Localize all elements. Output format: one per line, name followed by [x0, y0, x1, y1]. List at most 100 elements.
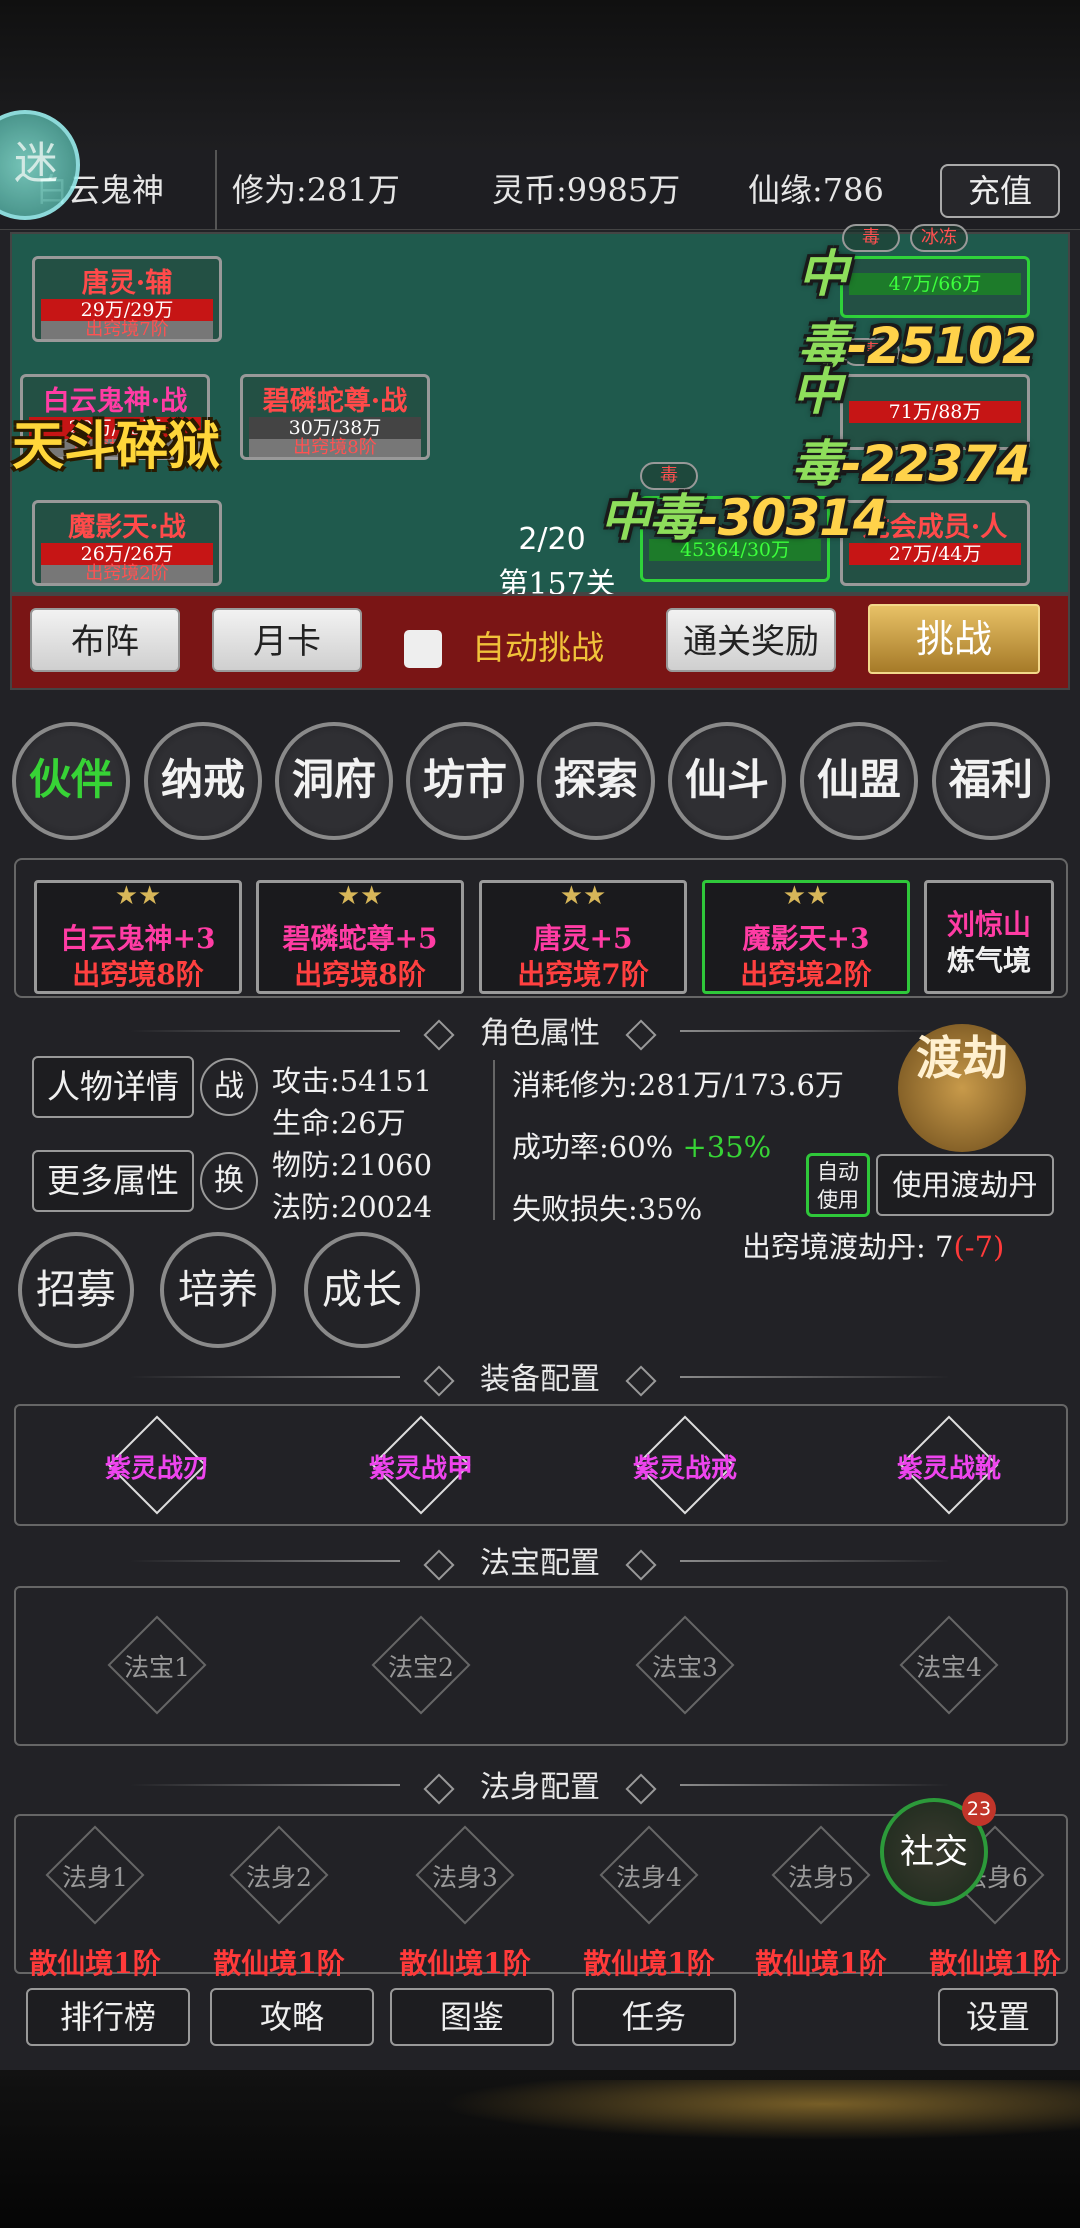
auto-use-toggle[interactable]: 自动使用: [806, 1153, 870, 1217]
notification-badge: 23: [962, 1792, 996, 1826]
unit-rank: 出窍境2阶: [41, 565, 213, 583]
body-slot[interactable]: 法身1 散仙境1阶: [29, 1820, 161, 1980]
equipment-slot[interactable]: 紫灵战靴: [894, 1410, 1004, 1520]
treasure-slot[interactable]: 法宝1: [102, 1610, 212, 1720]
partner-name: 刘惊山: [946, 908, 1031, 941]
swap-button[interactable]: 换: [200, 1152, 258, 1210]
growth-button[interactable]: 成长: [304, 1232, 420, 1348]
section-title-treasure: 法宝配置: [0, 1538, 1080, 1582]
menu-pvp[interactable]: 仙斗: [668, 722, 786, 840]
treasure-slot[interactable]: 法宝3: [630, 1610, 740, 1720]
cost-stat: 消耗修为:281万/173.6万: [512, 1068, 844, 1102]
partner-name: 白云鬼神+3: [60, 922, 216, 955]
equipment-slot[interactable]: 紫灵战甲: [366, 1410, 476, 1520]
treasure-frame: 法宝1 法宝2 法宝3 法宝4: [14, 1586, 1068, 1746]
partner-rank: 出窍境2阶: [740, 958, 872, 991]
spirit-coin-value: 灵币:9985万: [492, 171, 681, 209]
equipment-frame: 紫灵战刃 紫灵战甲 紫灵战戒 紫灵战靴: [14, 1404, 1068, 1526]
clear-reward-button[interactable]: 通关奖励: [666, 608, 836, 672]
menu-alliance[interactable]: 仙盟: [800, 722, 918, 840]
partner-rank: 出窍境7阶: [517, 958, 649, 991]
magic-def-stat: 法防:20024: [272, 1190, 433, 1224]
partner-list: ★★ 白云鬼神+3 出窍境8阶 ★★ 碧磷蛇尊+5 出窍境8阶 ★★ 唐灵+5 …: [14, 858, 1068, 998]
ally-unit[interactable]: 碧磷蛇尊·战 30万/38万 出窍境8阶: [240, 374, 430, 460]
body-slot[interactable]: 法身5 散仙境1阶: [755, 1820, 887, 1980]
partner-card[interactable]: ★★ 唐灵+5 出窍境7阶: [479, 880, 687, 994]
cultivation-value: 修为:281万: [232, 171, 400, 209]
partner-rank: 出窍境8阶: [294, 958, 426, 991]
guide-button[interactable]: 攻略: [210, 1988, 374, 2046]
fate-value: 仙缘:786: [748, 171, 884, 209]
section-title-equipment: 装备配置: [0, 1354, 1080, 1398]
partner-name: 魔影天+3: [742, 922, 870, 955]
settings-button[interactable]: 设置: [938, 1988, 1058, 2046]
menu-partner[interactable]: 伙伴: [12, 722, 130, 840]
success-rate-stat: 成功率:60% +35%: [512, 1130, 772, 1164]
formation-button[interactable]: 布阵: [30, 608, 180, 672]
cultivate-button[interactable]: 培养: [160, 1232, 276, 1348]
divider: [215, 150, 217, 230]
wave-counter: 2/20: [518, 522, 586, 557]
battle-field: 唐灵·辅 29万/29万 出窍境7阶 白云鬼神·战 29万/29万 出窍境8阶 …: [10, 224, 1070, 602]
body-slot[interactable]: 法身4 散仙境1阶: [583, 1820, 715, 1980]
attack-stat: 攻击:54151: [272, 1064, 433, 1098]
treasure-slot[interactable]: 法宝2: [366, 1610, 476, 1720]
menu-cave[interactable]: 洞府: [275, 722, 393, 840]
body-slot[interactable]: 法身2 散仙境1阶: [213, 1820, 345, 1980]
partner-rank: 炼气境: [946, 944, 1031, 977]
auto-challenge-label[interactable]: 自动挑战: [472, 620, 604, 676]
treasure-slot[interactable]: 法宝4: [894, 1610, 1004, 1720]
bottom-background: [0, 2070, 1080, 2228]
recruit-button[interactable]: 招募: [18, 1232, 134, 1348]
damage-number: 中毒-30314: [600, 489, 888, 547]
challenge-button[interactable]: 挑战: [868, 604, 1040, 674]
use-pill-button[interactable]: 使用渡劫丹: [876, 1154, 1054, 1216]
top-resource-bar: 白云鬼神 修为:281万 灵币:9985万 仙缘:786 充值: [0, 150, 1080, 230]
unit-name: 碧磷蛇尊·战: [262, 386, 408, 417]
menu-market[interactable]: 坊市: [406, 722, 524, 840]
partner-card[interactable]: ★★ 白云鬼神+3 出窍境8阶: [34, 880, 242, 994]
monthly-card-button[interactable]: 月卡: [212, 608, 362, 672]
star-icon: ★★: [336, 881, 384, 911]
unit-rank: 出窍境8阶: [249, 439, 421, 457]
equipment-slot[interactable]: 紫灵战刃: [102, 1410, 212, 1520]
damage-number: 中毒-22374: [792, 363, 1031, 493]
ally-unit[interactable]: 魔影天·战 26万/26万 出窍境2阶: [32, 500, 222, 586]
phys-def-stat: 物防:21060: [272, 1148, 433, 1182]
tribulation-button[interactable]: 渡劫: [898, 1024, 1026, 1152]
life-stat: 生命:26万: [272, 1106, 406, 1140]
character-detail-button[interactable]: 人物详情: [32, 1056, 194, 1118]
unit-name: 唐灵·辅: [81, 268, 173, 299]
ally-unit[interactable]: 唐灵·辅 29万/29万 出窍境7阶: [32, 256, 222, 342]
unit-hp: 30万/38万: [249, 417, 421, 439]
auto-challenge-checkbox[interactable]: [404, 630, 442, 668]
star-icon: ★★: [559, 881, 607, 911]
body-slot[interactable]: 法身3 散仙境1阶: [399, 1820, 531, 1980]
menu-welfare[interactable]: 福利: [932, 722, 1050, 840]
partner-card[interactable]: 刘惊山 炼气境: [924, 880, 1054, 994]
more-attributes-button[interactable]: 更多属性: [32, 1150, 194, 1212]
divider: [493, 1060, 495, 1220]
menu-ring[interactable]: 纳戒: [144, 722, 262, 840]
star-icon: ★★: [782, 881, 830, 911]
ranking-button[interactable]: 排行榜: [26, 1988, 190, 2046]
codex-button[interactable]: 图鉴: [390, 1988, 554, 2046]
unit-hp: 26万/26万: [41, 543, 213, 565]
pill-count: 出窍境渡劫丹: 7(-7): [742, 1230, 1005, 1264]
skill-name-text: 天斗碎狱: [12, 416, 221, 477]
partner-name: 碧磷蛇尊+5: [282, 922, 438, 955]
fight-toggle-button[interactable]: 战: [200, 1058, 258, 1116]
top-background: [0, 0, 1080, 160]
menu-explore[interactable]: 探索: [537, 722, 655, 840]
star-icon: ★★: [114, 881, 162, 911]
recharge-button[interactable]: 充值: [940, 164, 1060, 218]
partner-card[interactable]: ★★ 魔影天+3 出窍境2阶: [702, 880, 910, 994]
partner-card[interactable]: ★★ 碧磷蛇尊+5 出窍境8阶: [256, 880, 464, 994]
unit-name: 魔影天·战: [68, 512, 186, 543]
fail-loss-stat: 失败损失:35%: [512, 1192, 703, 1226]
equipment-slot[interactable]: 紫灵战戒: [630, 1410, 740, 1520]
unit-rank: 出窍境7阶: [41, 321, 213, 339]
tasks-button[interactable]: 任务: [572, 1988, 736, 2046]
unit-hp: 29万/29万: [41, 299, 213, 321]
partner-rank: 出窍境8阶: [72, 958, 204, 991]
